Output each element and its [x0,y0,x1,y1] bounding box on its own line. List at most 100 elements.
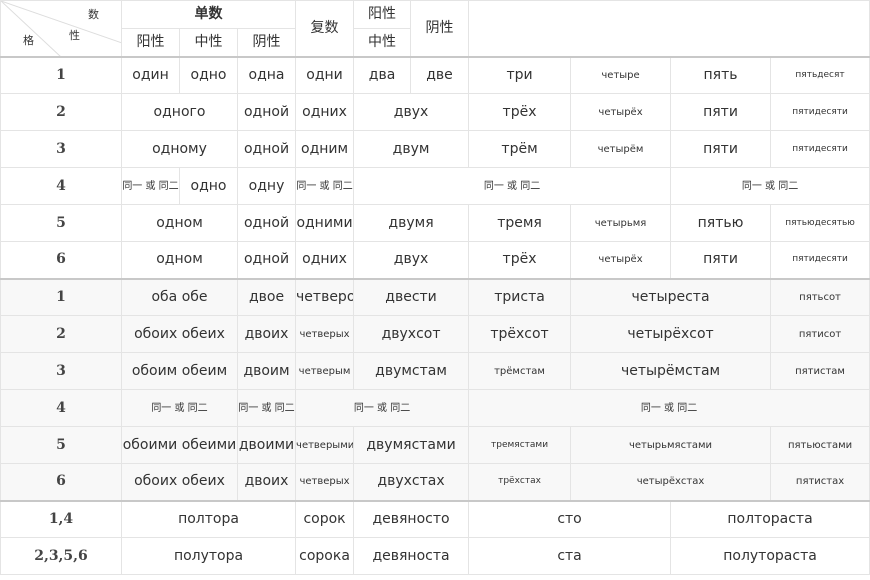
table-row: 2 одного одной одних двух трёх четырёх п… [0,93,870,131]
cell: обоими обеими [121,426,238,464]
cell: 同一 或 同二 [121,167,180,205]
table-row: 1 оба обе двое четверо двести триста чет… [0,277,870,316]
cell: один [121,55,180,94]
cell: пяти [670,93,772,131]
cell: четырёхсот [570,315,772,353]
corner-number-label: 数 [88,8,99,21]
corner-header-cell: 数 性 格 [0,0,122,57]
case-number: 5 [0,204,122,242]
table-row: 4 同一 或 同二 одно одну 同一 或 同二 同一 或 同二 同一 或… [0,167,870,205]
cell: двухсот [353,315,470,353]
cell: обоих обеих [121,315,238,353]
cell: трёх [468,241,572,279]
cell: полутора [120,537,297,575]
cell: четырёх [570,241,672,279]
cell: 同一 或 同二 [670,167,870,205]
case-number: 1 [0,277,122,316]
cell: одном [121,241,238,279]
cell: тремястами [468,426,572,464]
case-number: 2 [0,315,122,353]
diagonal-lines [1,1,121,56]
cell: двое [236,277,297,316]
cell: одной [236,93,297,131]
cell: девяноста [353,537,470,575]
cell: двум [353,130,470,168]
cell: четырёмстам [570,352,772,390]
cell: четверых [295,463,355,501]
table-row: 2,3,5,6 полутора сорока девяноста ста по… [0,537,870,575]
corner-case-label: 格 [23,34,34,47]
cell: двоих [236,315,297,353]
masc-header: 阳性 [121,28,180,57]
cell: одну [236,167,297,205]
case-number: 3 [0,352,122,390]
cell: два [353,55,412,94]
cell: 同一 或 同二 [353,167,672,205]
cell: двоим [236,352,297,390]
cell: оба обе [121,277,238,316]
table-row: 5 одном одной одними двумя тремя четырьм… [0,204,870,242]
cell: четверо [295,277,355,316]
masc-neut-header-b: 中性 [353,28,412,57]
cell: двести [353,277,470,316]
cell: двумя [353,204,470,242]
cell: одной [236,241,297,279]
case-number: 1 [0,55,122,94]
cell: двоими [236,426,297,464]
case-number: 2 [0,93,122,131]
cell: трёмстам [468,352,572,390]
cell: пятьсот [770,277,870,316]
declension-table: 数 性 格 单数 复数 阳性 阴性 阳性 中性 阴性 中性 1 один одн… [0,0,870,575]
case-number: 6 [0,463,122,501]
table-row: 6 одном одной одних двух трёх четырёх пя… [0,241,870,279]
singular-header: 单数 [120,0,297,29]
cell: трёх [468,93,572,131]
cell: пятидесяти [770,130,870,168]
cell: пятистах [770,463,870,501]
cell: пятьдесят [770,55,870,94]
case-number: 3 [0,130,122,168]
cell: трём [468,130,572,168]
cell: двух [353,93,470,131]
cell: тремя [468,204,572,242]
cell: одному [121,130,238,168]
cell: три [468,55,572,94]
table-row: 6 обоих обеих двоих четверых двухстах тр… [0,463,870,501]
case-number: 4 [0,167,122,205]
cell: четырьмя [570,204,672,242]
cell: полутораста [670,537,870,575]
cell: пятьюдесятью [770,204,870,242]
cell: четыреста [570,277,772,316]
case-number: 2,3,5,6 [0,537,122,575]
cell: 同一 或 同二 [468,389,870,427]
neut-header: 中性 [179,28,238,57]
cell: одного [121,93,238,131]
cell: одной [236,130,297,168]
cell: 同一 或 同二 [295,389,470,427]
cell: 同一 或 同二 [121,389,238,427]
table-row: 3 одному одной одним двум трём четырём п… [0,130,870,168]
fem-header: 阴性 [236,28,297,57]
table-row: 1,4 полтора сорок девяносто сто полторас… [0,499,870,538]
cell: двумстам [353,352,470,390]
cell: пятидесяти [770,93,870,131]
cell: четырём [570,130,672,168]
cell: полтора [120,499,297,538]
cell: одно [179,55,238,94]
cell: сорока [295,537,355,575]
cell: ста [468,537,672,575]
cell: четырёхстах [570,463,772,501]
cell: сто [468,499,672,538]
cell: триста [468,277,572,316]
table-row: 5 обоими обеими двоими четверыми двумяст… [0,426,870,464]
cell: пятисот [770,315,870,353]
cell: одно [179,167,238,205]
cell: сорок [295,499,355,538]
cell: пятистам [770,352,870,390]
table-row: 3 обоим обеим двоим четверым двумстам тр… [0,352,870,390]
cell: пяти [670,241,772,279]
cell: трёхстах [468,463,572,501]
header-empty [468,0,870,57]
cell: четырьмястами [570,426,772,464]
cell: двоих [236,463,297,501]
